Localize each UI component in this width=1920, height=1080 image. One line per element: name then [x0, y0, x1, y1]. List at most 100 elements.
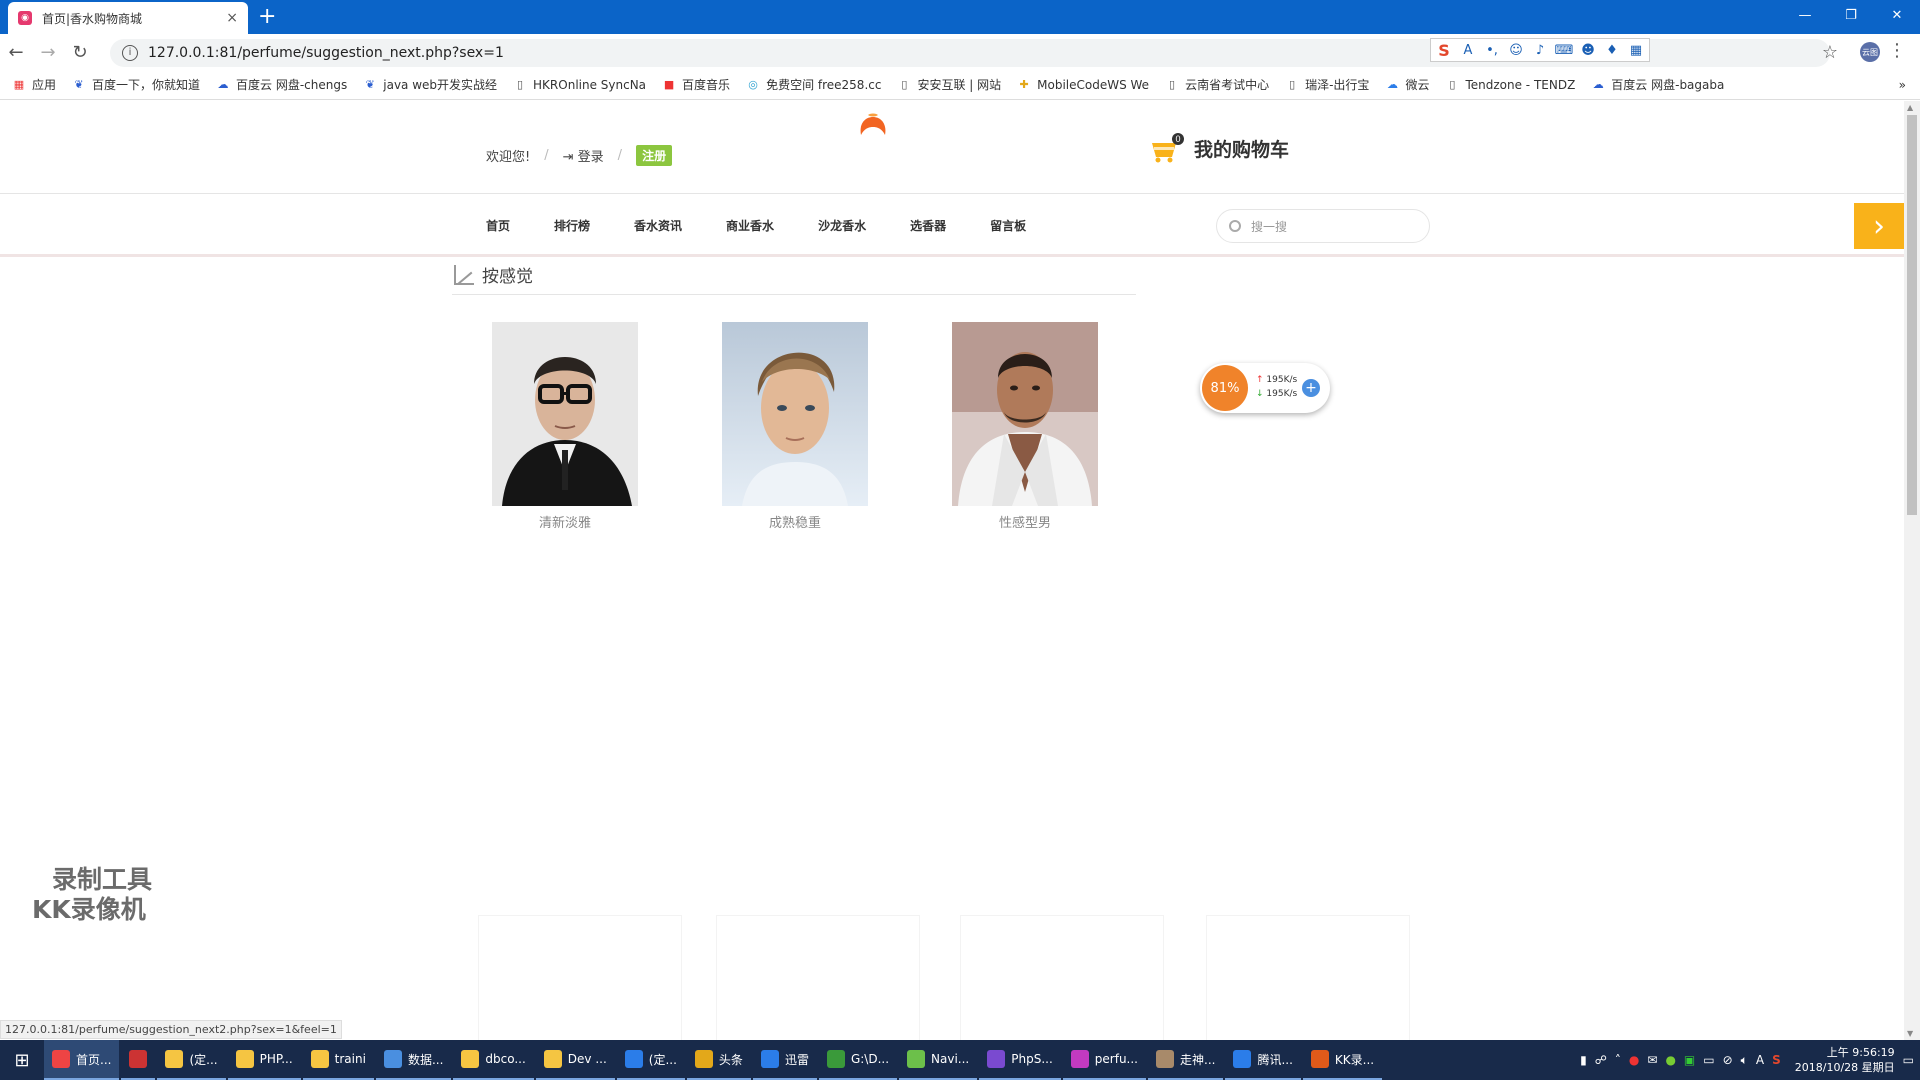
portrait-glasses-man-image[interactable] [492, 322, 638, 506]
taskbar-app[interactable]: 迅雷 [752, 1040, 817, 1080]
address-url[interactable]: 127.0.0.1:81/perfume/suggestion_next.php… [148, 45, 504, 61]
bookmark-item[interactable]: ◎ 免费空间 free258.cc [746, 76, 881, 93]
portrait-young-man-image[interactable] [722, 322, 868, 506]
taskbar-app-label[interactable]: G:\D... [851, 1052, 889, 1066]
nav-item[interactable]: 留言板 [990, 217, 1026, 234]
grid-icon[interactable]: ▦ [1627, 41, 1645, 59]
forward-icon[interactable]: → [32, 42, 64, 63]
nav-item[interactable]: 首页 [486, 217, 510, 234]
scroll-down-icon[interactable]: ▼ [1907, 1029, 1913, 1038]
bookmark-label[interactable]: 免费空间 free258.cc [766, 76, 881, 93]
taskbar-app-label[interactable]: 腾讯... [1257, 1051, 1292, 1068]
taskbar-app[interactable]: PHP... [227, 1040, 301, 1080]
people-icon[interactable]: ☍ [1595, 1053, 1607, 1067]
feel-caption[interactable]: 清新淡雅 [539, 512, 591, 531]
wechat-icon[interactable]: ✉ [1647, 1053, 1657, 1067]
network-icon[interactable]: ▭ [1703, 1053, 1714, 1067]
taskbar-app[interactable]: Navi... [899, 1040, 978, 1080]
display-icon[interactable]: ▣ [1684, 1053, 1695, 1067]
taskbar-app[interactable]: (定... [616, 1040, 685, 1080]
bookmark-label[interactable]: 百度云 网盘-chengs [236, 76, 347, 93]
taskbar-app[interactable]: KK录... [1302, 1040, 1383, 1080]
taskbar-app-label[interactable]: KK录... [1335, 1051, 1374, 1068]
login-label[interactable]: 登录 [578, 150, 604, 165]
sogou-input-icon[interactable]: S [1435, 41, 1453, 60]
taskbar-app[interactable]: 头条 [686, 1040, 751, 1080]
antivirus-icon[interactable]: ● [1629, 1053, 1639, 1067]
bookmark-label[interactable]: 百度一下，你就知道 [92, 76, 200, 93]
back-icon[interactable]: ← [0, 42, 32, 63]
microphone-icon[interactable]: ♪ [1531, 41, 1549, 59]
scroll-up-icon[interactable]: ▲ [1907, 103, 1913, 112]
bookmark-label[interactable]: 应用 [32, 76, 56, 93]
bookmark-label[interactable]: 微云 [1405, 76, 1429, 93]
nav-item[interactable]: 商业香水 [726, 217, 774, 234]
taskbar-app[interactable]: (定... [157, 1040, 226, 1080]
browser-menu-icon[interactable]: ⋮ [1888, 40, 1906, 61]
taskbar-app-label[interactable]: 头条 [719, 1051, 743, 1068]
taskbar-app[interactable]: 腾讯... [1225, 1040, 1301, 1080]
taskbar-app[interactable]: G:\D... [818, 1040, 898, 1080]
clock[interactable]: 上午 9:56:19 2018/10/28 星期日 [1795, 1045, 1895, 1075]
reload-icon[interactable]: ↻ [64, 42, 96, 63]
bookmark-item[interactable]: ■ 百度音乐 [662, 76, 730, 93]
close-window-button[interactable]: ✕ [1874, 0, 1920, 30]
bookmark-label[interactable]: 云南省考试中心 [1185, 76, 1269, 93]
font-icon[interactable]: A [1459, 41, 1477, 59]
shopping-cart[interactable]: 0 我的购物车 [1150, 133, 1289, 163]
boost-plus-button[interactable]: + [1302, 379, 1320, 397]
network-speed-widget[interactable]: 81% ↑ 195K/s ↓ 195K/s + [1200, 363, 1330, 413]
page-scrollbar[interactable]: ▲ ▼ [1904, 101, 1920, 1040]
taskbar-app[interactable] [121, 1040, 156, 1080]
taskbar-app-label[interactable]: Dev ... [568, 1052, 607, 1066]
taskbar-app[interactable]: 走神... [1148, 1040, 1224, 1080]
network-status-icon[interactable]: ⊘ [1723, 1053, 1733, 1067]
bookmark-item[interactable]: ✚ MobileCodeWS We [1017, 78, 1150, 92]
taskbar-app[interactable]: dbco... [453, 1040, 534, 1080]
taskbar-app[interactable]: 数据... [375, 1040, 452, 1080]
punctuation-icon[interactable]: •, [1483, 41, 1501, 59]
search-input[interactable]: 搜一搜 [1216, 209, 1430, 243]
taskbar-app-label[interactable]: (定... [649, 1051, 677, 1068]
login-link[interactable]: ⇥ 登录 [563, 146, 604, 165]
nav-item[interactable]: 选香器 [910, 217, 946, 234]
volume-icon[interactable]: 🔈︎ [1741, 1053, 1748, 1068]
taskbar-app-label[interactable]: 首页... [76, 1051, 111, 1068]
bookmark-label[interactable]: 百度云 网盘-bagaba [1611, 76, 1724, 93]
feel-caption[interactable]: 性感型男 [999, 512, 1051, 531]
site-info-icon[interactable]: i [122, 45, 138, 61]
bookmark-label[interactable]: java web开发实战经 [383, 76, 497, 93]
taskbar-app-label[interactable]: perfu... [1095, 1052, 1138, 1066]
tray-expand-icon[interactable]: ˄ [1615, 1053, 1621, 1067]
taskbar-app-label[interactable]: dbco... [485, 1052, 525, 1066]
notification-icon[interactable]: ▭ [1903, 1053, 1914, 1067]
bookmark-item[interactable]: ☁ 百度云 网盘-bagaba [1591, 76, 1725, 93]
keyboard-icon[interactable]: ⌨ [1555, 41, 1574, 59]
bookmark-label[interactable]: 瑞泽-出行宝 [1305, 76, 1369, 93]
bookmark-item[interactable]: ❦ java web开发实战经 [363, 76, 497, 93]
bookmark-label[interactable]: Tendzone - TENDZ [1465, 78, 1575, 92]
user-icon[interactable]: ☻ [1579, 41, 1597, 59]
taskbar-app-label[interactable]: PhpS... [1011, 1052, 1053, 1066]
input-method-icon[interactable]: A [1756, 1053, 1764, 1067]
feel-card[interactable]: 成熟稳重 [722, 322, 868, 531]
taskbar-app[interactable]: 首页... [44, 1040, 120, 1080]
windows-start-icon[interactable]: ⊞ [0, 1040, 44, 1080]
taskbar-app-label[interactable]: 迅雷 [785, 1051, 809, 1068]
feel-caption[interactable]: 成熟稳重 [769, 512, 821, 531]
bookmark-label[interactable]: HKROnline SyncNa [533, 78, 646, 92]
minimize-button[interactable]: — [1782, 0, 1828, 30]
bookmark-item[interactable]: ☁ 微云 [1385, 76, 1430, 93]
portrait-white-suit-man-image[interactable] [952, 322, 1098, 506]
taskbar-app[interactable]: traini [302, 1040, 374, 1080]
bookmark-item[interactable]: ▯ 安安互联 | 网站 [897, 76, 1001, 93]
next-arrow-button[interactable]: › [1854, 203, 1904, 249]
profile-avatar[interactable]: 云图 [1860, 42, 1880, 62]
bookmarks-more-icon[interactable]: » [1899, 78, 1906, 92]
scrollbar-thumb[interactable] [1907, 115, 1917, 515]
emoji-icon[interactable]: ☺ [1507, 41, 1525, 59]
new-tab-button[interactable]: + [258, 4, 276, 29]
bookmark-item[interactable]: ❦ 百度一下，你就知道 [72, 76, 200, 93]
register-button[interactable]: 注册 [636, 145, 673, 166]
bookmark-item[interactable]: ▯ 云南省考试中心 [1165, 76, 1269, 93]
